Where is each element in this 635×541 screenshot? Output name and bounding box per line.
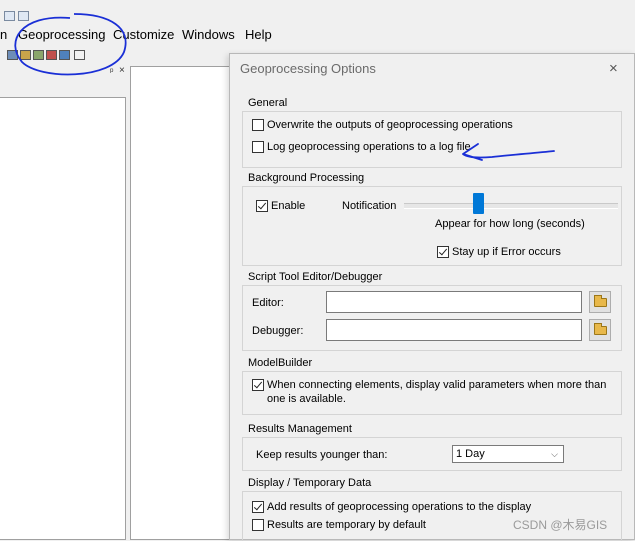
table-of-contents-panel[interactable] [0,97,126,540]
modelbuilder-section-title: ModelBuilder [248,357,313,369]
app-title-strip [0,0,635,22]
editor-browse-button[interactable] [589,291,611,313]
log-operations-label: Log geoprocessing operations to a log fi… [267,141,471,153]
editor-label: Editor: [252,297,284,309]
notification-label: Notification [342,200,397,212]
close-icon[interactable]: × [609,60,618,77]
notification-slider-thumb[interactable] [473,193,485,214]
debugger-browse-button[interactable] [589,319,611,341]
search-tool-icon[interactable] [20,50,31,60]
python-icon[interactable] [59,50,70,60]
temporary-results-checkbox[interactable]: Results are temporary by default [252,518,426,532]
keep-results-label: Keep results younger than: [256,449,388,461]
overwrite-outputs-box[interactable] [252,119,264,131]
map-view[interactable] [130,66,234,540]
valid-parameters-checkbox[interactable]: When connecting elements, display valid … [252,378,612,406]
modelbuilder-icon[interactable] [46,50,57,60]
menubar: n Geoprocessing Customize Windows Help [0,24,635,46]
menu-item-geoprocessing[interactable]: Geoprocessing [18,26,105,44]
keep-results-value: 1 Day [456,448,485,460]
add-results-checkbox[interactable]: Add results of geoprocessing operations … [252,500,531,514]
chevron-down-icon: ⌵ [551,449,558,459]
stay-up-label: Stay up if Error occurs [452,246,561,258]
debugger-label: Debugger: [252,325,304,337]
menu-item-help[interactable]: Help [245,26,272,44]
connect-icon[interactable] [74,50,85,60]
app-icon [4,11,15,21]
script-tool-section-title: Script Tool Editor/Debugger [248,271,383,283]
pin-icon[interactable]: ᵖ [110,66,113,76]
background-section-title: Background Processing [248,172,365,184]
folder-icon [593,294,607,307]
debugger-path-input[interactable] [326,319,582,341]
folder-icon [593,322,607,335]
editor-path-input[interactable] [326,291,582,313]
geoprocessing-options-dialog: Geoprocessing Options × General Overwrit… [229,53,635,541]
table-of-contents-header: ᵖ × [0,65,128,80]
watermark: CSDN @木易GIS [513,518,608,532]
enable-background-box[interactable] [256,200,268,212]
stay-up-checkbox[interactable]: Stay up if Error occurs [437,245,561,259]
add-results-label: Add results of geoprocessing operations … [267,501,532,513]
menu-item-file-partial[interactable]: n [0,26,7,44]
valid-parameters-box[interactable] [252,379,264,391]
dialog-title: Geoprocessing Options [240,61,376,76]
close-icon[interactable]: × [119,65,125,76]
keep-results-select[interactable]: 1 Day ⌵ [452,445,564,463]
enable-background-label: Enable [271,200,306,212]
log-operations-box[interactable] [252,141,264,153]
temporary-results-box[interactable] [252,519,264,531]
overwrite-outputs-checkbox[interactable]: Overwrite the outputs of geoprocessing o… [252,118,513,132]
notification-slider-track[interactable] [404,203,618,209]
slider-caption: Appear for how long (seconds) [435,218,585,230]
valid-parameters-label: When connecting elements, display valid … [267,379,607,405]
menu-item-customize[interactable]: Customize [113,26,174,44]
geoprocessing-toolbar [0,46,130,64]
add-results-box[interactable] [252,501,264,513]
display-section-title: Display / Temporary Data [248,477,372,489]
enable-background-checkbox[interactable]: Enable [256,199,305,213]
stay-up-box[interactable] [437,246,449,258]
dialog-body: General Overwrite the outputs of geoproc… [242,92,630,541]
menu-item-windows[interactable]: Windows [182,26,235,44]
app-icon-secondary [18,11,29,21]
toolbox-icon[interactable] [7,50,18,60]
general-section-title: General [248,97,288,109]
overwrite-outputs-label: Overwrite the outputs of geoprocessing o… [267,119,513,131]
log-operations-checkbox[interactable]: Log geoprocessing operations to a log fi… [252,140,471,154]
results-icon[interactable] [33,50,44,60]
temporary-results-label: Results are temporary by default [267,519,426,531]
results-section-title: Results Management [248,423,352,435]
